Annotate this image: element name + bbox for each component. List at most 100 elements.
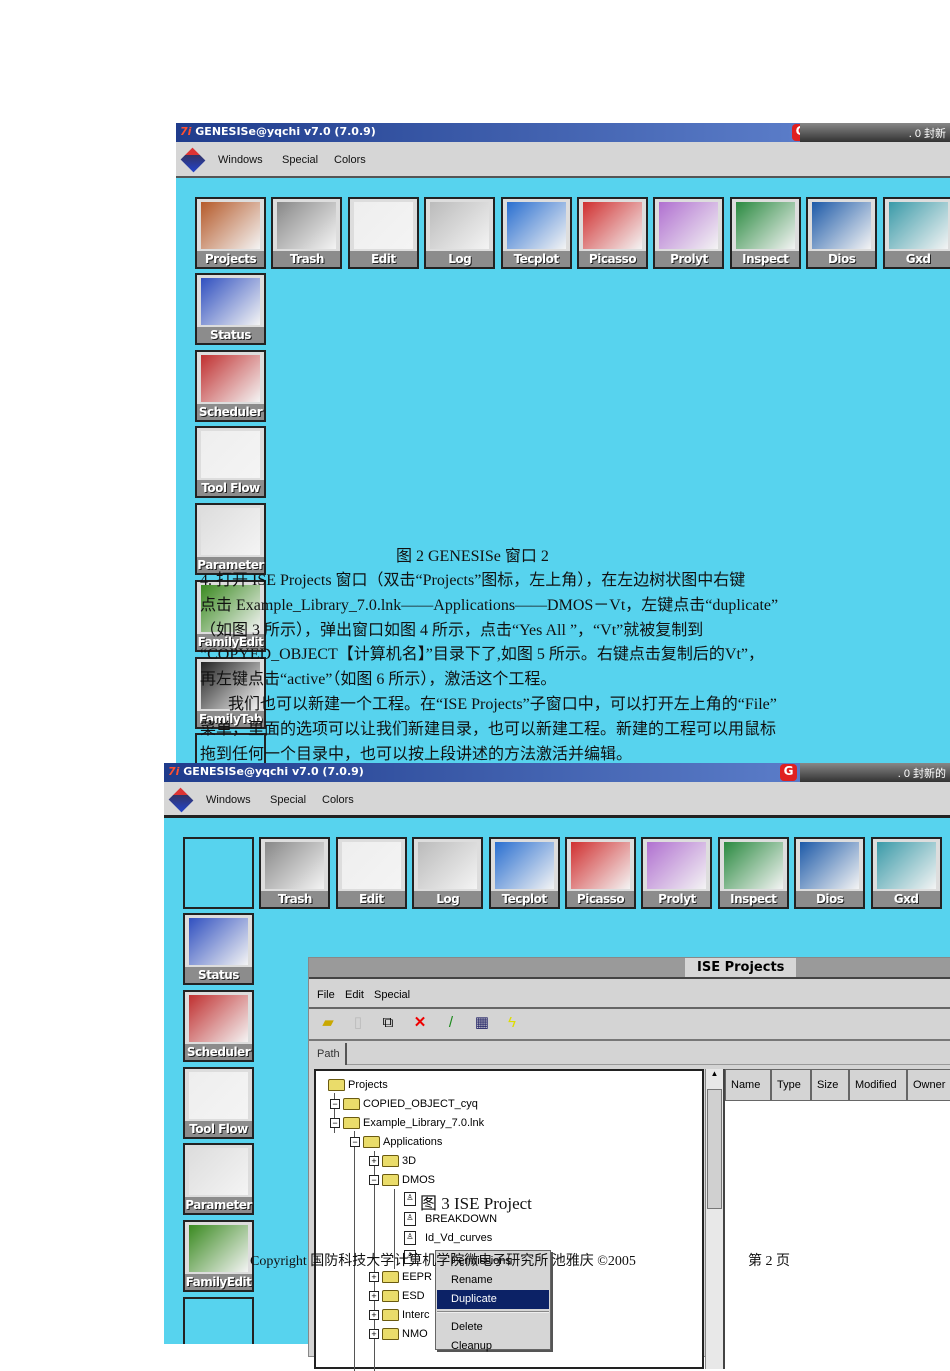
edit-icon[interactable]: /: [442, 1014, 460, 1032]
collapse-icon[interactable]: −: [350, 1137, 360, 1147]
tile-label: Prolyt: [643, 891, 711, 907]
expand-icon[interactable]: +: [369, 1156, 379, 1166]
lightning-icon[interactable]: ϟ: [503, 1014, 521, 1032]
top-tile-prolyt[interactable]: Prolyt: [653, 197, 725, 269]
node-label: Applications: [383, 1136, 443, 1148]
trash-icon: [265, 842, 325, 889]
top-tile-prolyt[interactable]: Prolyt: [641, 837, 713, 909]
top-tile-gxd[interactable]: Gxd: [882, 197, 950, 269]
menu-item-duplicate[interactable]: Duplicate: [437, 1290, 549, 1309]
collapse-icon[interactable]: −: [330, 1118, 340, 1128]
side-tile-tool-flow[interactable]: Tool Flow: [183, 1066, 254, 1139]
menu-item-rename[interactable]: Rename: [437, 1271, 549, 1290]
tile-label: Dios: [808, 251, 876, 267]
tree-node-id-vd-curves[interactable]: ♙ Id_Vd_curves: [404, 1230, 492, 1246]
tree-node-nmo[interactable]: + NMO: [369, 1326, 428, 1342]
menu-file[interactable]: File: [317, 989, 335, 1001]
menu-colors[interactable]: Colors: [322, 794, 354, 806]
top-tile-edit[interactable]: Edit: [347, 197, 419, 269]
scroll-up-icon[interactable]: ▲: [706, 1069, 723, 1078]
menu-special[interactable]: Special: [374, 989, 410, 1001]
figure-3-caption: 图 3 ISE Project: [420, 1194, 532, 1213]
top-tile-trash[interactable]: Trash: [271, 197, 343, 269]
paragraph-line: 4. 打开 ISE Projects 窗口（双击“Projects”图标，左上角…: [200, 572, 746, 589]
top-tile-edit[interactable]: Edit: [335, 837, 407, 909]
collapse-icon[interactable]: −: [369, 1175, 379, 1185]
node-label: Projects: [348, 1079, 388, 1091]
new-folder-icon[interactable]: ▰: [319, 1014, 337, 1032]
top-tile-dios[interactable]: Dios: [806, 197, 878, 269]
app-logo: 7i: [180, 125, 192, 138]
delete-icon[interactable]: ✕: [411, 1014, 429, 1032]
tree-node-project[interactable]: ♙: [404, 1191, 416, 1207]
project-file-icon: ♙: [404, 1231, 416, 1245]
side-tile-parameter[interactable]: Parameter: [183, 1143, 254, 1216]
menu-special[interactable]: Special: [282, 154, 318, 166]
menu-item-cleanup[interactable]: Cleanup: [437, 1337, 549, 1356]
column-modified[interactable]: Modified: [849, 1069, 907, 1101]
menu-special[interactable]: Special: [270, 794, 306, 806]
side-tile-scheduler[interactable]: Scheduler: [183, 989, 254, 1062]
tree-node-copied-object[interactable]: − COPIED_OBJECT_cyq: [330, 1096, 478, 1112]
top-tile-dios[interactable]: Dios: [794, 837, 866, 909]
tree-node-esd[interactable]: + ESD: [369, 1288, 425, 1304]
tile-label: Gxd: [872, 891, 940, 907]
column-size[interactable]: Size: [811, 1069, 849, 1101]
top-tile-log[interactable]: Log: [412, 837, 484, 909]
scroll-thumb[interactable]: [707, 1089, 722, 1209]
tool-flow-icon: [201, 431, 260, 479]
column-owner[interactable]: Owner: [907, 1069, 950, 1101]
tree-node-applications[interactable]: − Applications: [350, 1134, 442, 1150]
side-tile-tool-flow[interactable]: Tool Flow: [195, 426, 266, 499]
tree-node-projects[interactable]: Projects: [328, 1077, 388, 1093]
new-file-icon[interactable]: ▯: [349, 1014, 367, 1032]
top-tile-picasso[interactable]: Picasso: [565, 837, 636, 909]
menu-windows[interactable]: Windows: [206, 794, 251, 806]
expand-icon[interactable]: +: [369, 1329, 379, 1339]
tile-label: Tool Flow: [197, 480, 264, 497]
file-list[interactable]: Name Type Size Modified Owner: [723, 1069, 950, 1369]
folder-icon: [382, 1309, 399, 1321]
top-tile-tecplot[interactable]: Tecplot: [500, 197, 572, 269]
tree-node-interc[interactable]: + Interc: [369, 1307, 430, 1323]
menu-edit[interactable]: Edit: [345, 989, 364, 1001]
menu-item-delete[interactable]: Delete: [437, 1318, 549, 1337]
top-tile-inspect[interactable]: Inspect: [729, 197, 801, 269]
side-tile-familyedit[interactable]: FamilyEdit: [183, 1220, 254, 1293]
top-tile-projects[interactable]: Projects: [195, 197, 266, 269]
top-tile-log[interactable]: Log: [424, 197, 496, 269]
column-name[interactable]: Name: [725, 1069, 771, 1101]
top-tile-picasso[interactable]: Picasso: [577, 197, 648, 269]
side-tile-parameter[interactable]: Parameter: [195, 503, 266, 576]
copy-icon[interactable]: ⧉: [379, 1014, 397, 1032]
folder-open-icon: [382, 1174, 399, 1186]
tree-node-3d[interactable]: +3D: [369, 1153, 416, 1169]
expand-icon[interactable]: +: [369, 1310, 379, 1320]
side-tile-scheduler[interactable]: Scheduler: [195, 349, 266, 422]
side-tile-blank[interactable]: [183, 1297, 254, 1344]
tree-scrollbar[interactable]: ▲: [705, 1069, 723, 1369]
expand-icon[interactable]: +: [369, 1272, 379, 1282]
tray-text: . 0 封新的: [800, 763, 950, 782]
top-tile-tecplot[interactable]: Tecplot: [488, 837, 560, 909]
path-input[interactable]: [347, 1043, 950, 1065]
column-type[interactable]: Type: [771, 1069, 811, 1101]
top-tile-trash[interactable]: Trash: [259, 837, 331, 909]
tree-node-example-library[interactable]: − Example_Library_7.0.lnk: [330, 1115, 484, 1131]
node-label: BREAKDOWN: [425, 1213, 498, 1225]
tray-icon[interactable]: G: [780, 764, 797, 781]
table-icon[interactable]: ▦: [473, 1014, 491, 1032]
top-tile-blank[interactable]: [183, 837, 254, 909]
side-tile-status[interactable]: Status: [183, 913, 254, 985]
tree-node-eepr[interactable]: + EEPR: [369, 1269, 432, 1285]
tile-label: Picasso: [567, 891, 634, 907]
top-tile-gxd[interactable]: Gxd: [870, 837, 942, 909]
collapse-icon[interactable]: −: [330, 1099, 340, 1109]
tree-node-dmos[interactable]: − DMOS: [369, 1172, 435, 1188]
menu-windows[interactable]: Windows: [218, 154, 263, 166]
scheduler-icon: [201, 354, 260, 402]
menu-colors[interactable]: Colors: [334, 154, 366, 166]
expand-icon[interactable]: +: [369, 1291, 379, 1301]
top-tile-inspect[interactable]: Inspect: [717, 837, 789, 909]
side-tile-status[interactable]: Status: [195, 273, 266, 345]
